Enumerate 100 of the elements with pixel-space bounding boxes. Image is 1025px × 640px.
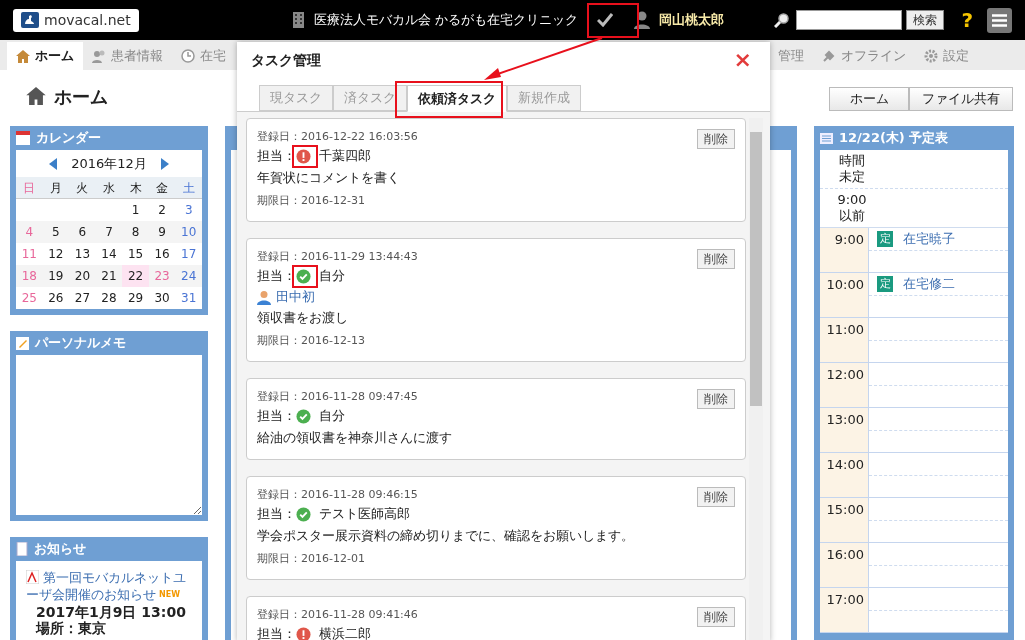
requester-link[interactable]: 田中初	[276, 287, 315, 307]
previous-month-icon[interactable]	[49, 157, 58, 170]
clinic-name: 医療法人モバカル会 かるがも在宅クリニック	[314, 11, 579, 30]
assignee-name: テスト医師高郎	[319, 505, 410, 524]
task-text: 領収書をお渡し	[257, 309, 349, 327]
notice-link[interactable]: 第一回モバカルネットユーザ会開催のお知らせ $^{NEW}$	[26, 569, 192, 603]
weekday-label: 木	[128, 180, 143, 197]
calendar-day[interactable]: 5	[42, 221, 70, 243]
delete-button[interactable]: 削除	[697, 607, 735, 627]
event-tag: 定	[877, 231, 893, 247]
notice-date: 2017年1月9日 13:00	[36, 604, 187, 621]
time-label: 14:00	[826, 457, 864, 472]
weekday-label: 月	[48, 180, 63, 197]
page-button[interactable]: ホーム	[829, 87, 909, 111]
event-link[interactable]: 在宅修二	[903, 274, 955, 294]
calendar-day[interactable]: 1	[122, 199, 149, 221]
assignee-label: 担当：	[257, 625, 296, 640]
calendar-day[interactable]: 10	[175, 221, 202, 243]
calendar-day[interactable]: 15	[122, 243, 149, 265]
search-field[interactable]	[796, 10, 903, 30]
logo-text: movacal.net	[44, 10, 131, 30]
checkmark-icon	[597, 13, 614, 27]
task-text: 年賀状にコメントを書く	[257, 169, 401, 187]
annotation-box	[292, 145, 318, 168]
weekday-label: 水	[102, 180, 116, 197]
panel-title: 12/22(木) 予定表	[839, 129, 949, 148]
calendar-day[interactable]: 8	[122, 221, 149, 243]
calendar-day[interactable]: 26	[42, 287, 70, 309]
time-label: 12:00	[826, 367, 864, 382]
logo[interactable]: movacal.net	[13, 8, 139, 32]
delete-button[interactable]: 削除	[697, 389, 735, 409]
notice-place: 場所：東京	[36, 621, 107, 636]
close-button[interactable]: ×	[733, 49, 752, 71]
home-icon	[26, 87, 46, 105]
calendar-day[interactable]: 19	[42, 265, 70, 287]
task-text: 学会ポスター展示資料の締め切りまでに、確認をお願いします。	[257, 527, 635, 545]
weekday-label: 火	[75, 180, 90, 197]
home-icon	[16, 49, 30, 63]
user-icon	[634, 11, 651, 29]
annotation-box	[292, 265, 318, 288]
people-icon	[92, 49, 106, 63]
event-link[interactable]: 在宅暁子	[903, 229, 955, 249]
panel-title: お知らせ	[34, 540, 86, 559]
due-date: 期限日：2016-12-31	[257, 193, 366, 209]
assignee-name: 自分	[319, 267, 345, 286]
calendar-day[interactable]: 22	[122, 265, 149, 287]
page-button[interactable]: ファイル共有	[909, 87, 1013, 111]
menu-button[interactable]	[987, 7, 1012, 33]
calendar-day[interactable]: 16	[148, 243, 176, 265]
calendar-day[interactable]: 12	[42, 243, 70, 265]
calendar-day[interactable]: 29	[122, 287, 149, 309]
time-label: 15:00	[826, 502, 864, 517]
calendar-day[interactable]: 9	[148, 221, 176, 243]
calendar-day[interactable]: 13	[69, 243, 96, 265]
bird-logo-icon	[21, 12, 39, 28]
calendar-day[interactable]: 6	[69, 221, 96, 243]
menu-icon	[992, 13, 1007, 27]
calendar-day[interactable]: 24	[175, 265, 202, 287]
delete-button[interactable]: 削除	[697, 487, 735, 507]
calendar-day[interactable]: 27	[69, 287, 96, 309]
weekday-label: 土	[181, 180, 196, 197]
time-label: 13:00	[826, 412, 864, 427]
time-label: 9:00	[834, 232, 864, 247]
calendar-day[interactable]: 7	[95, 221, 123, 243]
memo-field[interactable]	[16, 355, 202, 515]
scrollbar[interactable]	[749, 118, 763, 640]
delete-button[interactable]: 削除	[697, 249, 735, 269]
calendar-day[interactable]: 2	[148, 199, 176, 221]
task-text: 給油の領収書を神奈川さんに渡す	[257, 429, 453, 447]
assignee-name: 千葉四郎	[319, 147, 371, 166]
building-icon	[293, 12, 305, 28]
calendar-day[interactable]: 28	[95, 287, 123, 309]
calendar-day[interactable]: 31	[175, 287, 202, 309]
page-title: ホーム	[54, 84, 108, 109]
registered-date: 登録日：2016-11-28 09:47:45	[257, 389, 418, 405]
calendar-day[interactable]: 3	[175, 199, 202, 221]
calendar-day[interactable]: 14	[95, 243, 123, 265]
help-link[interactable]: ?	[961, 5, 973, 35]
calendar-day[interactable]: 30	[148, 287, 176, 309]
search-button[interactable]: 検索	[906, 10, 945, 30]
new-label: NEW	[159, 590, 180, 599]
nav-tab[interactable]: ホーム	[7, 42, 83, 70]
calendar-day[interactable]: 17	[175, 243, 202, 265]
next-month-icon[interactable]	[160, 157, 169, 170]
calendar-icon	[16, 131, 30, 145]
due-date: 期限日：2016-12-13	[257, 333, 366, 349]
calendar-day[interactable]: 20	[69, 265, 96, 287]
dialog-tab[interactable]: 依頼済タスク	[407, 85, 507, 112]
assignee-label: 担当：	[257, 407, 296, 426]
event-tag: 定	[877, 276, 893, 292]
panel-title: カレンダー	[36, 129, 101, 148]
weekday-label: 金	[155, 180, 170, 197]
memo-icon	[16, 336, 29, 350]
calendar-day[interactable]: 21	[95, 265, 123, 287]
calendar-month: 2016年12月	[71, 154, 147, 173]
user-name[interactable]: 岡山桃太郎	[659, 10, 725, 30]
delete-button[interactable]: 削除	[697, 129, 735, 149]
assignee-name: 横浜二郎	[319, 625, 371, 640]
time-label: 11:00	[826, 322, 864, 337]
search-icon	[774, 12, 791, 28]
